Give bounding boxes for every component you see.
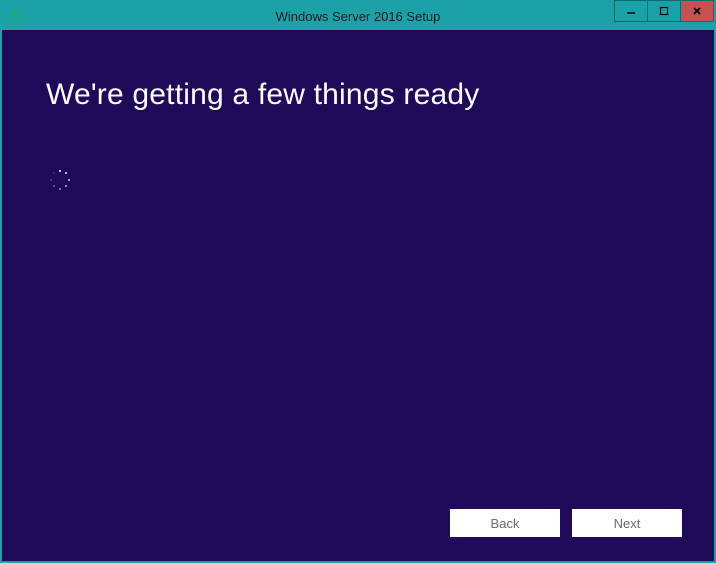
back-button[interactable]: Back bbox=[450, 509, 560, 537]
footer-buttons: Back Next bbox=[450, 509, 682, 537]
close-button[interactable] bbox=[680, 0, 714, 22]
setup-content: We're getting a few things ready Back Ne… bbox=[2, 30, 714, 561]
setup-window: Windows Server 2016 Setup We're getting … bbox=[0, 0, 716, 563]
window-title: Windows Server 2016 Setup bbox=[2, 9, 714, 24]
loading-spinner-icon bbox=[50, 170, 70, 190]
window-controls bbox=[614, 2, 714, 30]
titlebar: Windows Server 2016 Setup bbox=[2, 2, 714, 30]
next-button[interactable]: Next bbox=[572, 509, 682, 537]
maximize-button[interactable] bbox=[647, 0, 681, 22]
minimize-button[interactable] bbox=[614, 0, 648, 22]
app-icon bbox=[8, 8, 24, 24]
page-heading: We're getting a few things ready bbox=[46, 78, 670, 112]
